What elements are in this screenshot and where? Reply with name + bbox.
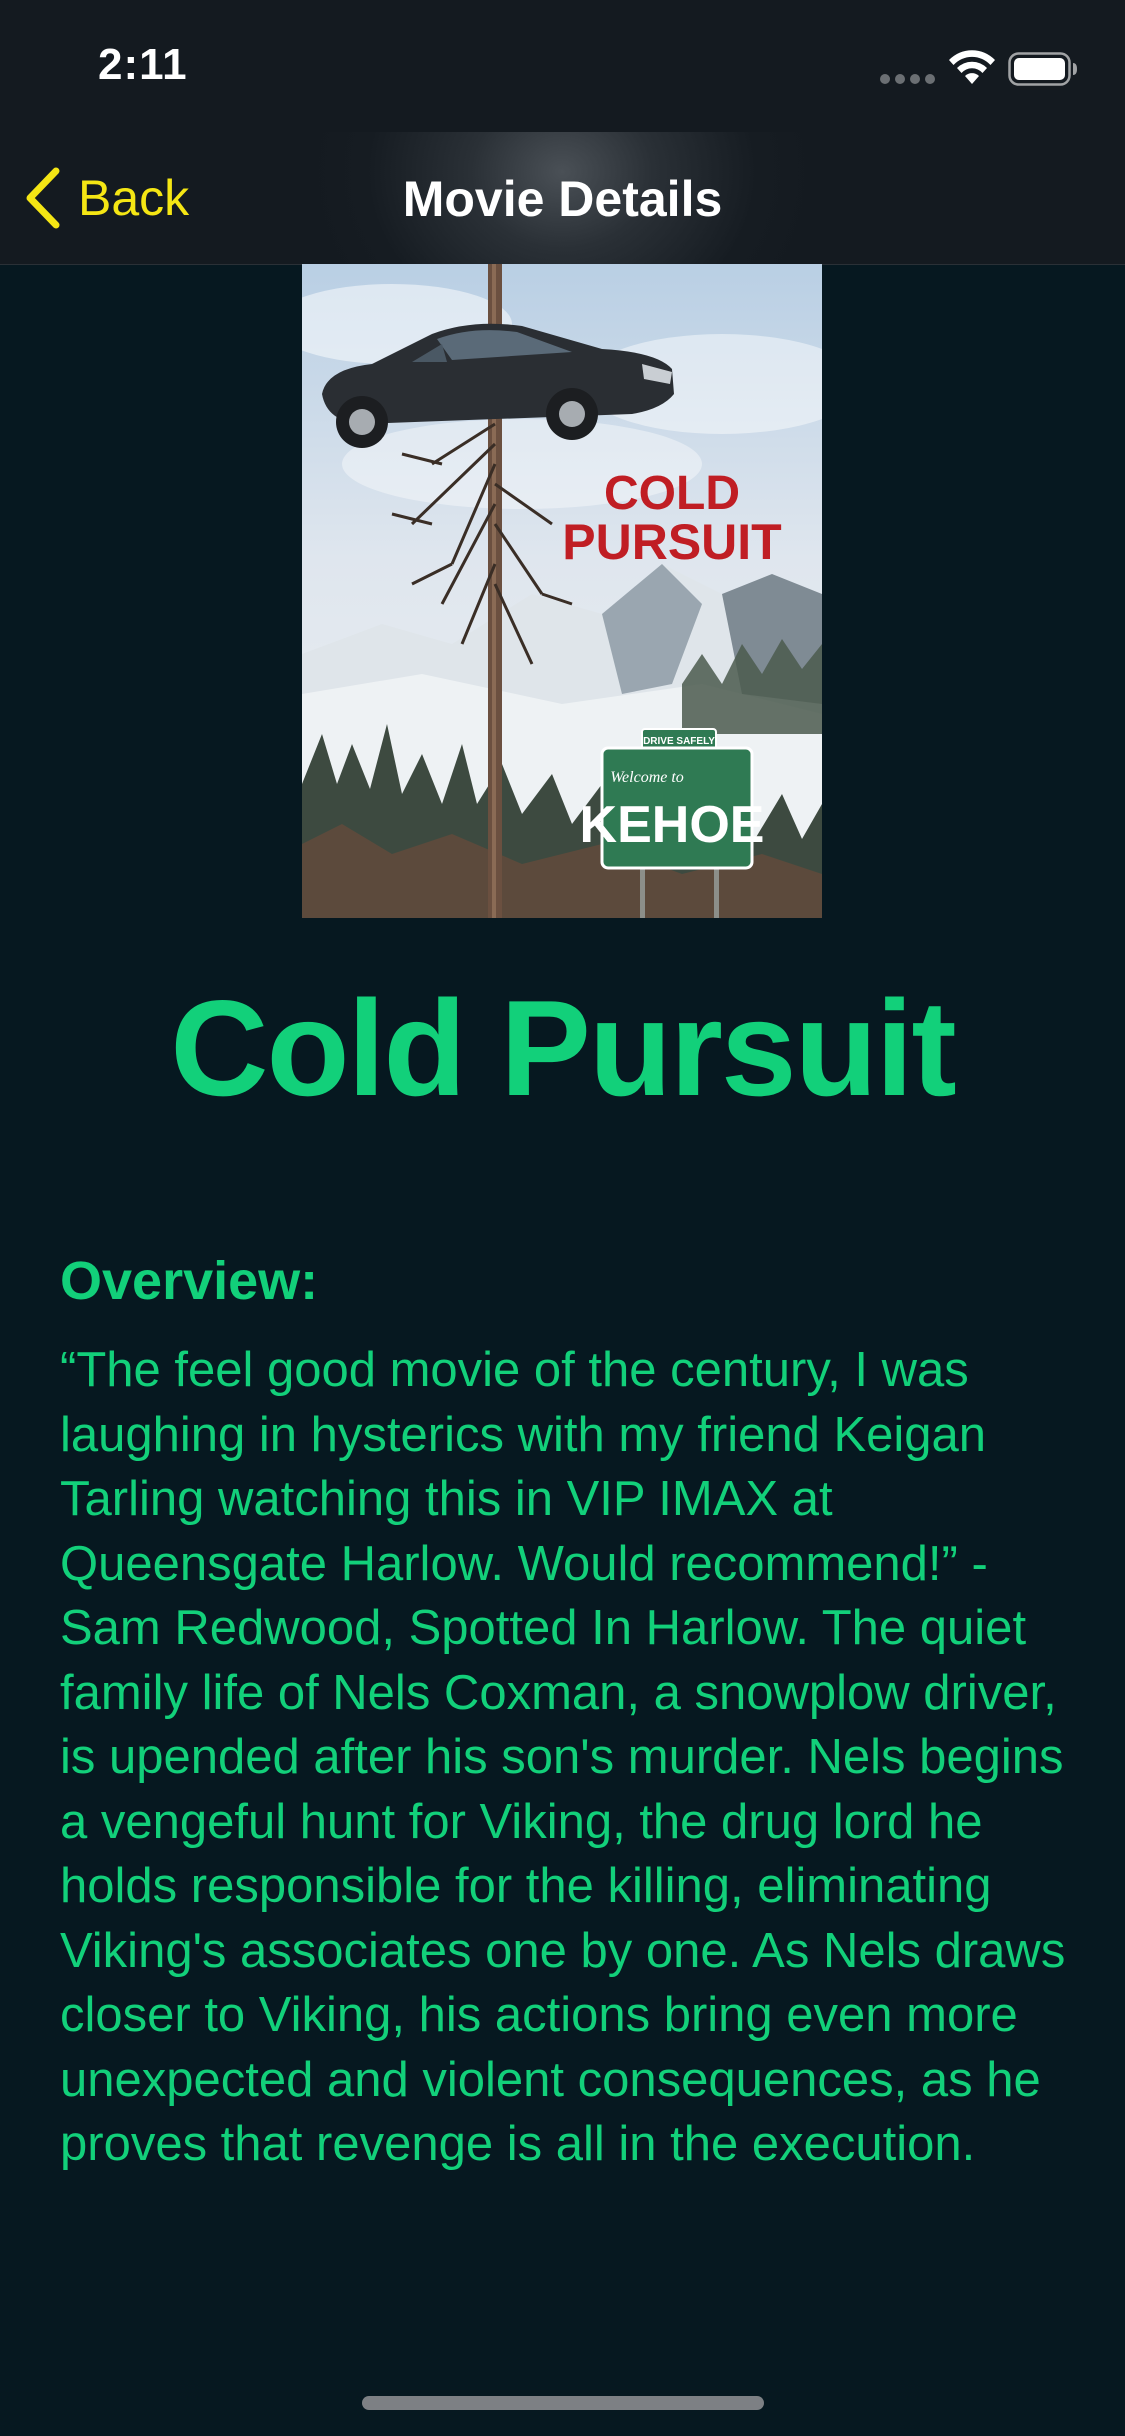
cellular-signal-icon <box>880 74 936 86</box>
navigation-bar: Back Movie Details <box>0 132 1125 265</box>
nav-title: Movie Details <box>402 171 723 227</box>
status-time: 2:11 <box>98 40 188 89</box>
status-bar: 2:11 <box>0 0 1125 132</box>
movie-details-screen: 2:11 Back Movie Details COLD PURSUIT DRI… <box>0 0 1125 2436</box>
movie-title: Cold Pursuit <box>170 972 956 1124</box>
battery-icon <box>1008 52 1077 86</box>
overview-text: “The feel good movie of the century, I w… <box>60 1343 1066 2171</box>
poster-title-line2: PURSUIT <box>562 514 781 570</box>
wifi-icon <box>949 50 995 84</box>
overview-heading: Overview: <box>60 1251 319 1311</box>
movie-poster: COLD PURSUIT DRIVE SAFELY Welcome to KEH… <box>302 264 822 918</box>
sign-town: KEHOE <box>580 796 765 854</box>
sign-drive-safely: DRIVE SAFELY <box>643 736 715 747</box>
home-indicator[interactable] <box>362 2396 764 2410</box>
poster-title-line1: COLD <box>604 467 740 520</box>
sign-welcome: Welcome to <box>610 769 684 786</box>
